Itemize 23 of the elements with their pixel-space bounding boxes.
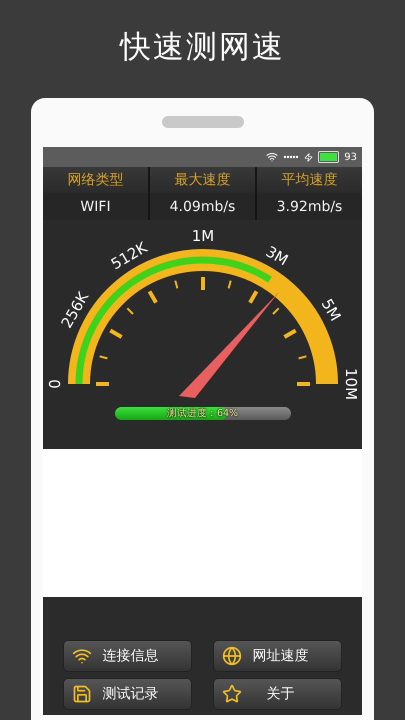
column-header: 平均速度: [257, 167, 362, 193]
table-cell: WIFI: [43, 193, 148, 220]
menu-button[interactable]: 测试记录: [63, 678, 192, 710]
signal-icon: [283, 154, 300, 160]
battery-icon: [318, 151, 340, 163]
scale-label: 5M: [318, 296, 344, 324]
menu-button[interactable]: 连接信息: [63, 640, 192, 672]
column-header: 最大速度: [150, 167, 255, 193]
column-header: 网络类型: [43, 167, 148, 193]
scale-label: 0: [46, 379, 64, 389]
menu-button[interactable]: 网址速度: [213, 640, 342, 672]
progress-label: 测试进度：64%: [166, 407, 240, 420]
globe-icon: [222, 646, 242, 666]
battery-level: 93: [344, 152, 357, 162]
headline: 快速测网速: [118, 28, 286, 67]
menu-button[interactable]: 关于: [213, 678, 342, 710]
charging-icon: [304, 152, 314, 162]
table-cell: 4.09mb/s: [150, 193, 255, 220]
scale-label: 10M: [342, 368, 360, 400]
scale-label: 1M: [192, 227, 214, 246]
scale-label: 3M: [262, 242, 292, 270]
table-cell: 3.92mb/s: [257, 193, 362, 220]
star-icon: [222, 684, 242, 704]
